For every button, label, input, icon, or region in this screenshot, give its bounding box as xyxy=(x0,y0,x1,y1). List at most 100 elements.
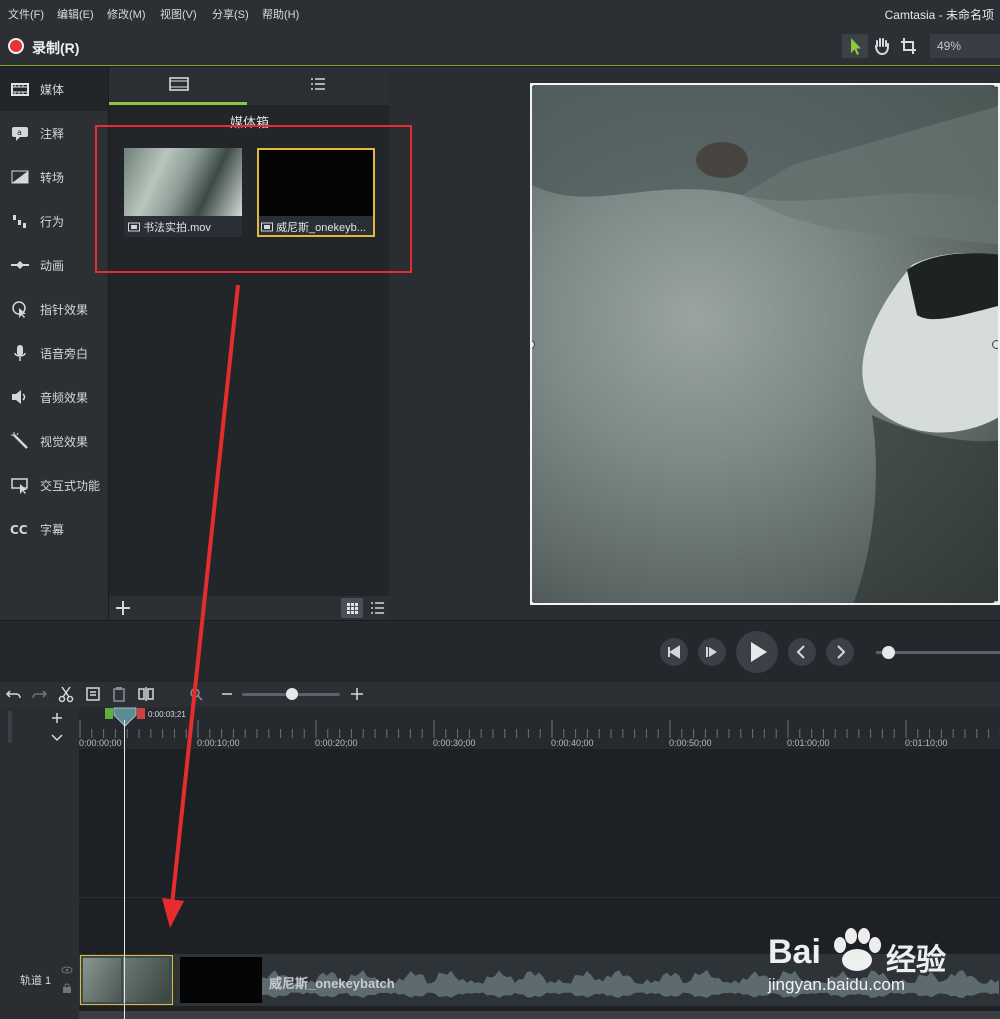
rail-label: 音频效果 xyxy=(40,391,89,405)
step-forward-icon xyxy=(706,647,717,657)
list-icon xyxy=(371,602,384,614)
svg-text:a: a xyxy=(17,128,22,137)
rail-item-behaviors[interactable]: 行为 xyxy=(0,199,108,243)
track-resize-grip[interactable] xyxy=(8,711,12,743)
paw-icon xyxy=(834,928,881,971)
resize-handle[interactable] xyxy=(992,85,998,88)
plus-icon xyxy=(52,713,62,723)
crop-tool-button[interactable] xyxy=(896,34,922,58)
menu-bar: 文件(F) 编辑(E) 修改(M) 视图(V) 分享(S) 帮助(H) Camt… xyxy=(0,0,1000,26)
rail-item-media[interactable]: 媒体 xyxy=(0,67,108,111)
menu-file[interactable]: 文件(F) xyxy=(8,6,44,22)
split-button[interactable] xyxy=(137,685,155,703)
copy-icon xyxy=(86,687,100,701)
zoom-fit-button[interactable] xyxy=(187,685,205,703)
playhead-line xyxy=(124,720,125,1019)
record-button[interactable]: 录制(R) xyxy=(32,38,79,58)
resize-handle[interactable] xyxy=(992,600,998,603)
svg-text:CC: CC xyxy=(10,523,28,537)
timeline-clip-venice[interactable] xyxy=(180,957,262,1003)
tab-library[interactable] xyxy=(309,76,327,92)
step-back-icon xyxy=(668,645,680,659)
cut-button[interactable] xyxy=(57,685,75,703)
tab-media-bin[interactable] xyxy=(169,76,189,92)
ruler-tick-label: 0:00:30;00 xyxy=(433,738,476,748)
ruler-tick-label: 0:00:50;00 xyxy=(669,738,712,748)
clip-frame xyxy=(83,958,121,1002)
rail-item-cursor-effects[interactable]: 指针效果 xyxy=(0,287,108,331)
menu-share[interactable]: 分享(S) xyxy=(212,6,249,22)
timeline-ruler[interactable]: 0:00:00;00 0:00:10;00 0:00:20;00 0:00:30… xyxy=(79,707,1000,749)
ruler-tick-label: 0:00:40;00 xyxy=(551,738,594,748)
rail-item-annotations[interactable]: a 注释 xyxy=(0,111,108,155)
rail-item-captions[interactable]: CC 字幕 xyxy=(0,507,108,551)
rail-item-interactive[interactable]: 交互式功能 xyxy=(0,463,108,507)
grid-view-button[interactable] xyxy=(341,598,363,618)
zoom-slider-thumb[interactable] xyxy=(286,688,298,700)
rail-item-animations[interactable]: 动画 xyxy=(0,243,108,287)
menu-edit[interactable]: 编辑(E) xyxy=(57,6,94,22)
app-title: Camtasia - 未命名项 xyxy=(884,8,994,22)
video-canvas[interactable] xyxy=(530,83,1000,605)
pan-tool-button[interactable] xyxy=(869,34,895,58)
split-icon xyxy=(138,687,154,701)
chevron-down-icon xyxy=(51,734,63,742)
speaker-icon xyxy=(12,390,26,404)
rail-item-voice-narration[interactable]: 语音旁白 xyxy=(0,331,108,375)
timeline-scrollbar[interactable] xyxy=(79,1011,1000,1019)
zoom-select[interactable]: 49% xyxy=(930,34,1000,58)
playhead-handle[interactable] xyxy=(113,707,137,727)
play-icon xyxy=(751,642,767,662)
rail-label: 语音旁白 xyxy=(40,347,89,361)
resize-handle[interactable] xyxy=(992,340,998,349)
play-button[interactable] xyxy=(736,631,778,673)
transition-icon xyxy=(11,170,29,184)
scrub-thumb[interactable] xyxy=(882,646,895,659)
track-label: 轨道 1 xyxy=(20,975,52,987)
zoom-in-button[interactable] xyxy=(349,686,365,702)
behavior-icon xyxy=(13,215,26,228)
ruler-tick-label: 0:00:00;00 xyxy=(79,738,122,748)
timeline-clip-calligraphy[interactable] xyxy=(80,955,173,1005)
undo-button[interactable] xyxy=(5,685,23,703)
previous-button[interactable] xyxy=(788,638,816,666)
step-forward-button[interactable] xyxy=(698,638,726,666)
list-view-button[interactable] xyxy=(366,598,388,618)
rail-label: 交互式功能 xyxy=(40,479,101,493)
lock-icon[interactable] xyxy=(62,983,72,993)
out-point-marker[interactable] xyxy=(137,708,145,719)
animation-icon xyxy=(11,261,29,269)
add-track-button[interactable] xyxy=(40,709,74,727)
baidu-watermark: Bai 经验 jingyan.baidu.com xyxy=(768,925,1000,997)
rail-item-audio-effects[interactable]: 音频效果 xyxy=(0,375,108,419)
track-1-header: 轨道 1 xyxy=(0,954,79,1006)
menu-help[interactable]: 帮助(H) xyxy=(262,6,299,22)
rail-item-visual-effects[interactable]: 视觉效果 xyxy=(0,419,108,463)
eye-icon[interactable] xyxy=(61,966,73,974)
grid-icon xyxy=(347,603,358,614)
add-media-button[interactable] xyxy=(113,598,133,618)
track-options-button[interactable] xyxy=(40,729,74,747)
paste-button[interactable] xyxy=(110,685,128,703)
zoom-out-button[interactable] xyxy=(220,686,234,702)
step-back-button[interactable] xyxy=(660,638,688,666)
ruler-ticks xyxy=(79,720,1000,738)
video-frame xyxy=(532,85,998,603)
watermark-brand-2: 经验 xyxy=(886,944,946,977)
next-button[interactable] xyxy=(826,638,854,666)
redo-button[interactable] xyxy=(30,685,48,703)
film-icon xyxy=(11,83,29,96)
copy-button[interactable] xyxy=(84,685,102,703)
annotation-icon: a xyxy=(12,127,28,141)
rail-label: 指针效果 xyxy=(40,303,89,317)
rail-label: 媒体 xyxy=(40,83,65,97)
hand-icon xyxy=(875,38,889,56)
record-icon[interactable] xyxy=(8,38,24,54)
select-tool-button[interactable] xyxy=(842,34,868,58)
minus-icon xyxy=(222,693,232,695)
rail-item-transitions[interactable]: 转场 xyxy=(0,155,108,199)
menu-modify[interactable]: 修改(M) xyxy=(107,6,146,22)
highlight-box xyxy=(95,125,412,273)
in-point-marker[interactable] xyxy=(105,708,113,719)
menu-view[interactable]: 视图(V) xyxy=(160,6,197,22)
